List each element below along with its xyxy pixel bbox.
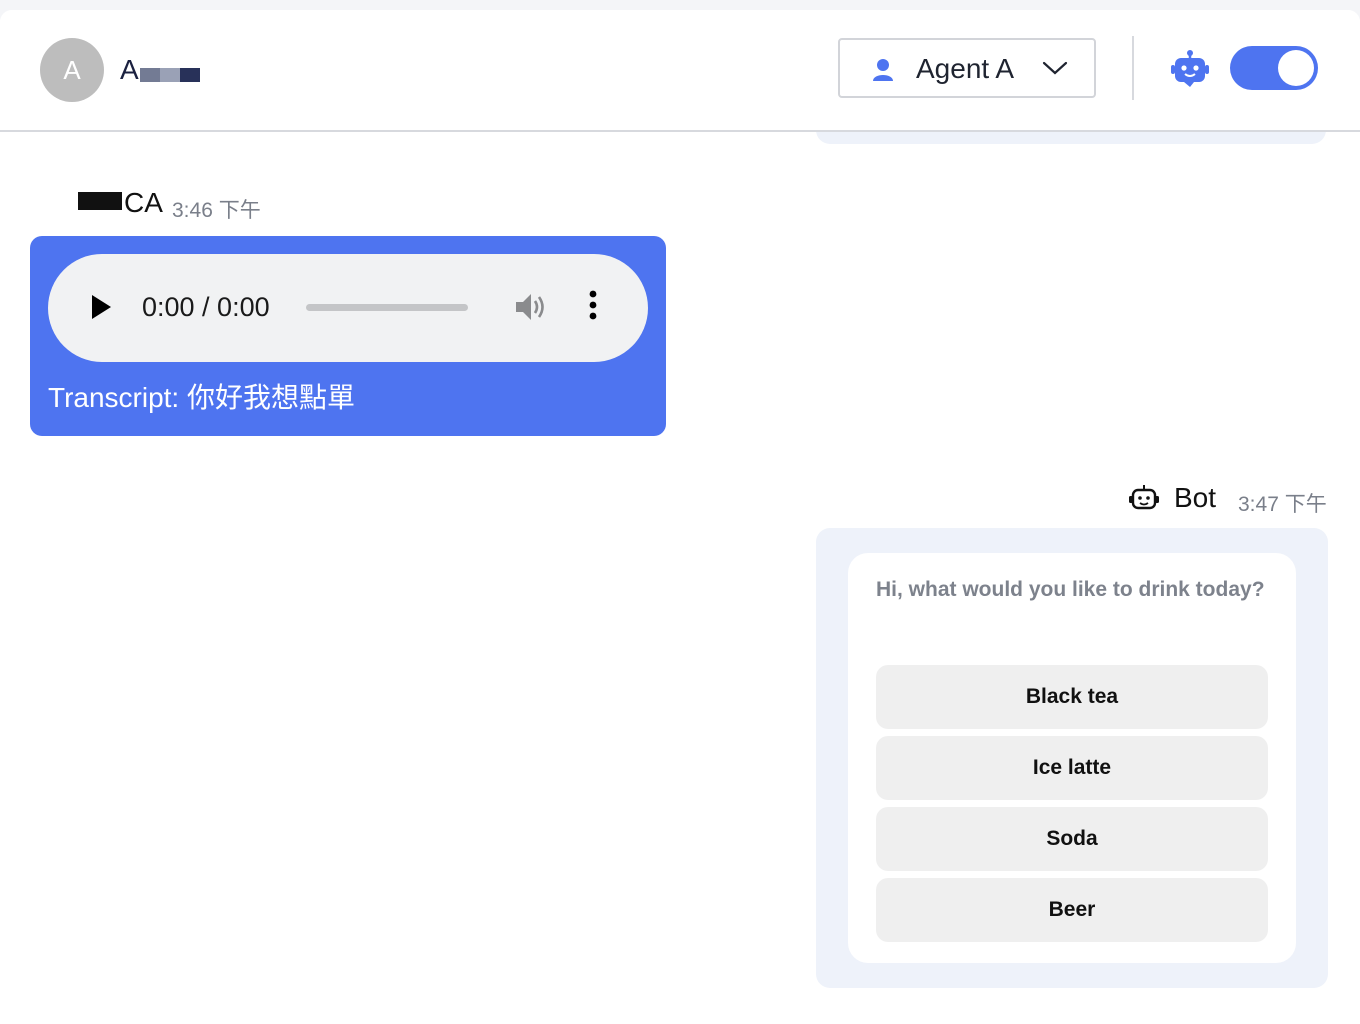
chat-header: A A Agent A	[0, 10, 1360, 132]
bot-message-header: Bot 3:47 下午	[1128, 478, 1328, 518]
play-icon[interactable]	[90, 294, 112, 325]
more-vertical-icon[interactable]	[588, 290, 598, 325]
agent-select-value: Agent A	[916, 53, 1015, 84]
option-black-tea-button[interactable]: Black tea	[876, 665, 1268, 729]
user-message-time: 3:46 下午	[172, 199, 261, 222]
header-divider	[1132, 36, 1134, 100]
person-icon	[872, 58, 894, 87]
transcript-text: Transcript: 你好我想點單	[48, 382, 355, 413]
user-message-bubble: 0:00 / 0:00 Transcript: 你好我想點單	[30, 236, 666, 436]
bot-message-time: 3:47 下午	[1238, 493, 1327, 516]
bot-question: Hi, what would you like to drink today?	[876, 578, 1265, 601]
sender-redaction	[78, 192, 122, 210]
chat-window: A A Agent A CA 3:46 下午 0:00 / 0:00 Trans…	[0, 10, 1360, 1024]
agent-select-dropdown[interactable]: Agent A	[838, 38, 1096, 98]
option-ice-latte-button[interactable]: Ice latte	[876, 736, 1268, 800]
bot-sender-name: Bot	[1174, 482, 1217, 513]
bot-robot-icon[interactable]	[1170, 50, 1210, 93]
avatar: A	[40, 38, 104, 102]
option-soda-button[interactable]: Soda	[876, 807, 1268, 871]
audio-player: 0:00 / 0:00	[48, 254, 648, 362]
name-redaction	[140, 68, 200, 82]
customer-name: A	[120, 54, 140, 85]
chevron-down-icon	[1042, 60, 1068, 81]
audio-time: 0:00 / 0:00	[142, 292, 270, 322]
bot-message-card: Hi, what would you like to drink today? …	[816, 528, 1328, 988]
volume-icon[interactable]	[514, 291, 548, 328]
audio-progress-bar[interactable]	[306, 304, 468, 311]
quick-reply-panel: Hi, what would you like to drink today? …	[848, 553, 1296, 963]
option-beer-button[interactable]: Beer	[876, 878, 1268, 942]
toggle-knob	[1278, 50, 1314, 86]
bot-toggle-switch[interactable]	[1230, 46, 1318, 90]
robot-outline-icon	[1128, 484, 1160, 517]
